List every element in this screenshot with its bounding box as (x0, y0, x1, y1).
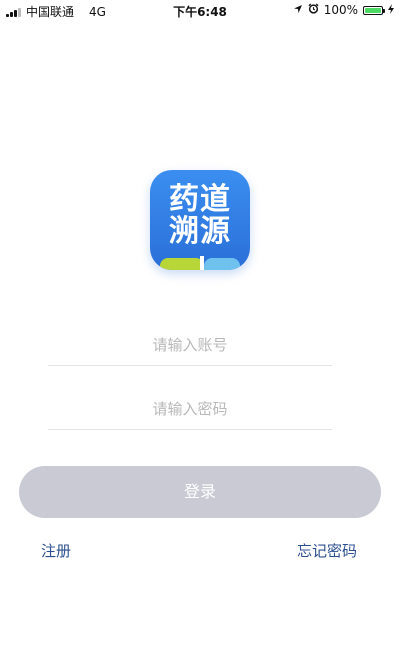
password-input[interactable] (48, 389, 332, 430)
location-icon (293, 3, 303, 17)
forgot-password-link[interactable]: 忘记密码 (297, 540, 357, 561)
logo-green-bar (160, 258, 204, 270)
battery-percent: 100% (323, 3, 358, 17)
app-logo: 药道 溯源 (150, 170, 250, 270)
logo-text-line1: 药道 (169, 182, 231, 217)
battery-icon (363, 5, 385, 15)
register-link[interactable]: 注册 (41, 540, 71, 561)
logo-divider (200, 256, 204, 270)
charging-icon (388, 3, 394, 17)
alarm-icon (308, 3, 319, 17)
logo-text-line2: 溯源 (169, 214, 231, 249)
status-right: 100% (293, 3, 394, 17)
status-bar: 中国联通 4G 下午6:48 100% (0, 0, 400, 20)
logo-blue-bar (204, 258, 240, 270)
login-button[interactable]: 登录 (19, 466, 381, 518)
account-input[interactable] (48, 325, 332, 366)
